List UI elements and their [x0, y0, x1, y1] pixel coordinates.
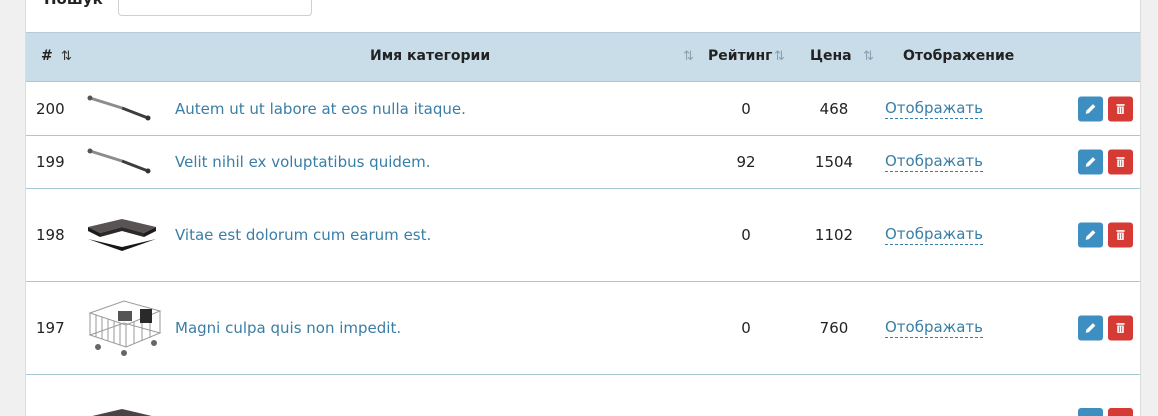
- pencil-icon: [1085, 157, 1096, 167]
- search-input[interactable]: [118, 0, 312, 16]
- category-name-link[interactable]: Velit nihil ex voluptatibus quidem.: [175, 153, 431, 171]
- row-id: 199: [36, 153, 65, 171]
- table-row: 199 Velit nihil ex voluptatibus quidem. …: [26, 136, 1140, 189]
- row-price: 1504: [814, 153, 854, 171]
- display-toggle-link[interactable]: Отображать: [885, 152, 983, 172]
- sort-rating-icon[interactable]: ⇅: [774, 49, 785, 64]
- row-price: 468: [819, 99, 849, 118]
- trash-icon: [1116, 230, 1125, 240]
- row-id: 200: [36, 99, 65, 118]
- display-toggle-link[interactable]: Отображать: [885, 318, 983, 338]
- edit-button[interactable]: [1078, 408, 1103, 416]
- categories-panel: Пошук # ⇅ Имя категории ⇅ Рейтинг ⇅ Цена…: [25, 0, 1141, 416]
- table-row: 200 Autem ut ut labore at eos nulla itaq…: [26, 82, 1140, 136]
- delete-button[interactable]: [1108, 408, 1133, 416]
- delete-button[interactable]: [1108, 222, 1133, 248]
- row-price: 1102: [814, 226, 854, 244]
- table-header: # ⇅ Имя категории ⇅ Рейтинг ⇅ Цена ⇅ Ото…: [26, 32, 1140, 82]
- trash-icon: [1116, 103, 1125, 114]
- col-display-header: Отображение: [903, 48, 1015, 64]
- table-row: 197 Magni culpa quis non impedit. 0 760 …: [26, 282, 1140, 375]
- edit-button[interactable]: [1078, 149, 1103, 175]
- edit-button[interactable]: [1078, 222, 1103, 248]
- edit-button[interactable]: [1078, 315, 1103, 341]
- sort-id-icon[interactable]: ⇅: [61, 49, 72, 64]
- row-id: 197: [36, 319, 65, 337]
- delete-button[interactable]: [1108, 96, 1133, 121]
- category-name-link[interactable]: Vitae est dolorum cum earum est.: [175, 226, 431, 244]
- delete-button[interactable]: [1108, 315, 1133, 341]
- pencil-icon: [1085, 323, 1096, 333]
- col-price-header[interactable]: Цена: [810, 48, 852, 64]
- edit-button[interactable]: [1078, 96, 1103, 121]
- sort-price-icon[interactable]: ⇅: [863, 49, 874, 64]
- delete-button[interactable]: [1108, 149, 1133, 175]
- gas-strut-thumbnail: [84, 92, 154, 126]
- col-id-header[interactable]: #: [41, 48, 53, 64]
- sort-name-icon[interactable]: ⇅: [683, 49, 694, 64]
- col-rating-header[interactable]: Рейтинг: [708, 48, 772, 64]
- category-name-link[interactable]: Autem ut ut labore at eos nulla itaque.: [175, 100, 466, 118]
- gas-strut-thumbnail: [84, 145, 154, 179]
- category-name-link[interactable]: Magni culpa quis non impedit.: [175, 319, 401, 337]
- corner-worktop-thumbnail: [84, 213, 160, 257]
- trash-icon: [1116, 323, 1125, 333]
- search-bar: Пошук: [26, 0, 1140, 32]
- pencil-icon: [1085, 103, 1096, 114]
- row-rating: 0: [741, 99, 751, 118]
- col-name-header[interactable]: Имя категории: [370, 48, 490, 64]
- table-body: 200 Autem ut ut labore at eos nulla itaq…: [26, 82, 1140, 416]
- dish-rack-thumbnail: [84, 295, 164, 361]
- pencil-icon: [1085, 230, 1096, 240]
- row-id: 198: [36, 226, 65, 244]
- row-thumbnail-partial: [84, 405, 160, 416]
- display-toggle-link[interactable]: Отображать: [885, 99, 983, 119]
- search-label: Пошук: [44, 0, 103, 8]
- table-row-partial: [26, 375, 1140, 416]
- trash-icon: [1116, 157, 1125, 167]
- row-rating: 92: [736, 153, 756, 171]
- row-rating: 0: [741, 226, 751, 244]
- row-rating: 0: [741, 319, 751, 337]
- display-toggle-link[interactable]: Отображать: [885, 225, 983, 245]
- table-row: 198 Vitae est dolorum cum earum est. 0 1…: [26, 189, 1140, 282]
- row-price: 760: [819, 319, 849, 337]
